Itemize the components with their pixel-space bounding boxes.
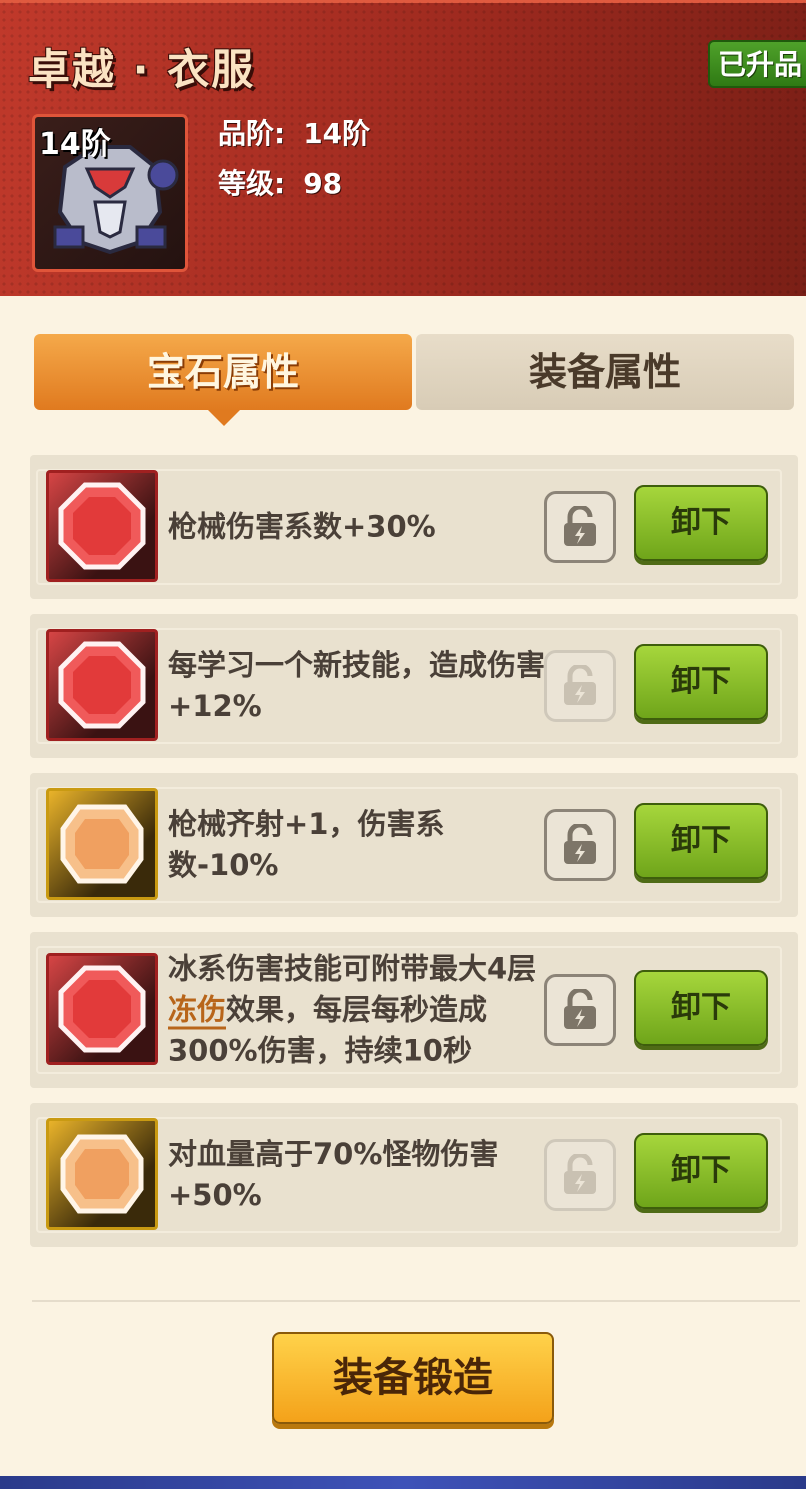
unload-button[interactable]: 卸下 [634, 803, 768, 879]
gem-row: 枪械齐射+1，伤害系数-10% 卸下 [30, 773, 798, 917]
divider [32, 1300, 800, 1302]
gem-effect-text-part: 冰系伤害技能可附带最大4层 [168, 951, 537, 986]
tab-gem-attributes[interactable]: 宝石属性 [34, 334, 412, 426]
lock-icon [564, 989, 596, 1029]
item-title: 卓越 · 衣服 [28, 45, 256, 94]
lock-icon [564, 1154, 596, 1194]
lock-icon [564, 665, 596, 705]
red-gem-icon [46, 953, 158, 1065]
lock-toggle-button[interactable] [544, 491, 616, 563]
quality-line: 品阶: 14阶 [218, 112, 370, 152]
unload-button[interactable]: 卸下 [634, 644, 768, 720]
gem-row: 对血量高于70%怪物伤害+50% 卸下 [30, 1103, 798, 1247]
gold-gem-icon [46, 1118, 158, 1230]
gold-gem-icon [46, 788, 158, 900]
level-line: 等级: 98 [218, 162, 342, 202]
item-header: 卓越 · 衣服 已升品 14阶 品阶: 14阶 等级: 98 [0, 0, 806, 296]
quality-label: 品阶: [218, 117, 286, 150]
lock-toggle-button[interactable] [544, 809, 616, 881]
level-label: 等级: [218, 167, 286, 200]
equipment-forge-button[interactable]: 装备锻造 [272, 1332, 554, 1424]
unload-button[interactable]: 卸下 [634, 485, 768, 561]
quality-value: 14阶 [303, 117, 371, 150]
gem-effect-text: 枪械伤害系数+30% [168, 509, 436, 544]
red-gem-icon [46, 470, 158, 582]
frostbite-keyword-link[interactable]: 冻伤 [168, 992, 227, 1030]
lock-toggle-button[interactable] [544, 974, 616, 1046]
gem-effect-text: 对血量高于70%怪物伤害+50% [168, 1137, 499, 1212]
lock-toggle-button[interactable] [544, 1139, 616, 1211]
level-value: 98 [303, 167, 343, 200]
lock-icon [564, 824, 596, 864]
lock-icon [564, 506, 596, 546]
gem-effect-text: 每学习一个新技能，造成伤害+12% [168, 648, 546, 723]
unload-button[interactable]: 卸下 [634, 970, 768, 1046]
tab-equipment-attributes[interactable]: 装备属性 [416, 334, 794, 410]
gem-row: 枪械伤害系数+30% 卸下 [30, 455, 798, 599]
bottom-border [0, 1476, 806, 1489]
upgraded-badge: 已升品 [708, 40, 806, 88]
gem-row: 每学习一个新技能，造成伤害+12% 卸下 [30, 614, 798, 758]
gem-effect-text: 冰系伤害技能可附带最大4层冻伤效果，每层每秒造成300%伤害，持续10秒 [168, 949, 548, 1072]
tier-tag: 14阶 [39, 127, 111, 162]
gem-row: 冰系伤害技能可附带最大4层冻伤效果，每层每秒造成300%伤害，持续10秒 卸下 [30, 932, 798, 1088]
unload-button[interactable]: 卸下 [634, 1133, 768, 1209]
lock-toggle-button[interactable] [544, 650, 616, 722]
red-gem-icon [46, 629, 158, 741]
armor-icon: 14阶 [32, 114, 188, 272]
gem-effect-text: 枪械齐射+1，伤害系数-10% [168, 807, 445, 882]
